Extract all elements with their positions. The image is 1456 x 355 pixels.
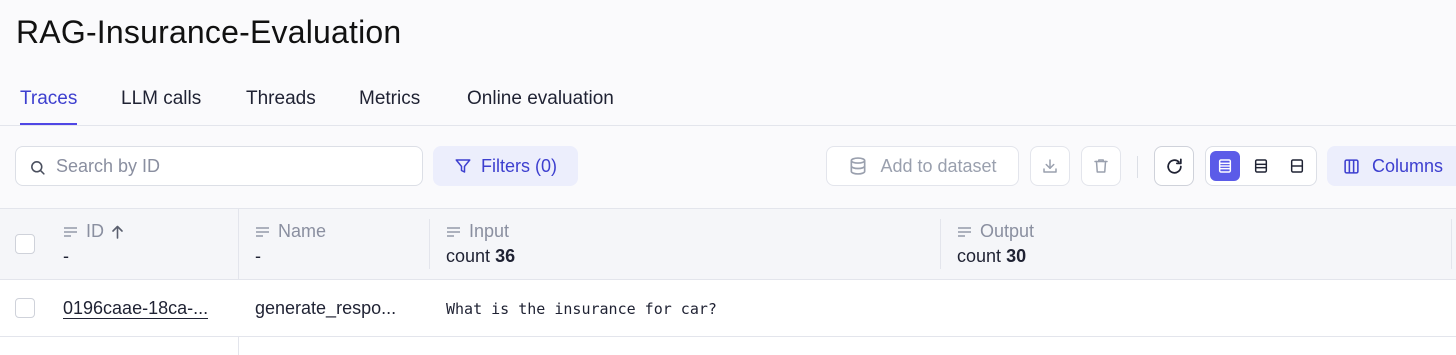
column-header-input-text: Input	[469, 221, 510, 241]
table-header: ID - Name - Input count 36 Output count …	[0, 208, 1456, 280]
trace-id-link[interactable]: 0196caae-18ca-...	[63, 298, 209, 319]
column-header-id-text: ID	[86, 221, 104, 241]
columns-button[interactable]: Columns	[1327, 146, 1456, 186]
tab-metrics[interactable]: Metrics	[359, 88, 420, 125]
columns-label: Columns	[1372, 155, 1444, 176]
count-prefix: count	[957, 246, 1002, 266]
delete-button[interactable]	[1081, 146, 1121, 186]
column-header-name-label: Name	[255, 221, 326, 242]
density-large-icon	[1290, 159, 1304, 173]
download-icon	[1043, 159, 1057, 173]
count-prefix: count	[446, 246, 491, 266]
count-value: 36	[495, 246, 516, 266]
column-text-icon	[256, 226, 269, 237]
trash-icon	[1094, 159, 1108, 173]
tab-llm-calls[interactable]: LLM calls	[121, 88, 201, 125]
column-header-output-sub: count 30	[957, 246, 1026, 267]
tab-bar: Traces LLM calls Threads Metrics Online …	[0, 78, 1456, 126]
density-medium-icon	[1254, 159, 1268, 173]
row-checkbox[interactable]	[15, 298, 35, 318]
density-compact-icon	[1218, 159, 1232, 173]
column-header-output-text: Output	[980, 221, 1035, 241]
filter-icon	[455, 159, 471, 173]
search-box[interactable]	[15, 146, 423, 186]
search-icon	[31, 161, 45, 175]
density-medium-button[interactable]	[1246, 151, 1276, 181]
refresh-button[interactable]	[1154, 146, 1194, 186]
refresh-icon	[1166, 158, 1182, 174]
database-icon	[850, 157, 866, 175]
column-text-icon	[958, 226, 971, 237]
trace-name: generate_respo...	[255, 298, 397, 318]
traces-table: ID - Name - Input count 36 Output count …	[0, 208, 1456, 355]
table-row[interactable]: 0196caae-18ca-... generate_respo... What…	[0, 280, 1456, 337]
column-header-name-text: Name	[278, 221, 327, 241]
column-text-icon	[447, 226, 460, 237]
tab-threads[interactable]: Threads	[246, 88, 316, 125]
search-input[interactable]	[56, 147, 416, 185]
density-large-button[interactable]	[1282, 151, 1312, 181]
columns-icon	[1344, 158, 1359, 174]
add-to-dataset-label: Add to dataset	[880, 155, 997, 176]
column-divider[interactable]	[1451, 219, 1452, 269]
column-header-input[interactable]: Input count 36	[429, 209, 940, 280]
toolbar: Filters (0) Add to dataset Columns	[0, 126, 1456, 208]
add-to-dataset-button[interactable]: Add to dataset	[826, 146, 1019, 186]
download-button[interactable]	[1030, 146, 1070, 186]
column-header-input-sub: count 36	[446, 246, 515, 267]
column-header-id[interactable]: ID -	[46, 209, 238, 280]
column-header-id-sub: -	[63, 246, 69, 266]
filters-button[interactable]: Filters (0)	[433, 146, 578, 186]
sort-ascending-icon[interactable]	[111, 225, 124, 239]
filters-label: Filters (0)	[481, 155, 557, 176]
page-title: RAG-Insurance-Evaluation	[16, 14, 402, 50]
column-header-output[interactable]: Output count 30	[940, 209, 1452, 280]
toolbar-divider	[1137, 156, 1138, 178]
tab-online-evaluation[interactable]: Online evaluation	[467, 88, 614, 125]
trace-input: What is the insurance for car?	[446, 300, 717, 318]
column-divider[interactable]	[940, 219, 941, 269]
column-header-name[interactable]: Name -	[238, 209, 429, 280]
row-density-toggle	[1205, 146, 1317, 186]
column-text-icon	[64, 226, 77, 237]
column-header-output-label: Output	[957, 221, 1034, 242]
column-header-input-label: Input	[446, 221, 509, 242]
column-header-name-sub: -	[255, 246, 261, 266]
density-compact-button[interactable]	[1210, 151, 1240, 181]
tab-traces[interactable]: Traces	[20, 88, 78, 125]
column-header-id-label: ID	[63, 221, 132, 242]
column-divider[interactable]	[429, 219, 430, 269]
select-all-checkbox[interactable]	[15, 234, 35, 254]
count-value: 30	[1006, 246, 1027, 266]
